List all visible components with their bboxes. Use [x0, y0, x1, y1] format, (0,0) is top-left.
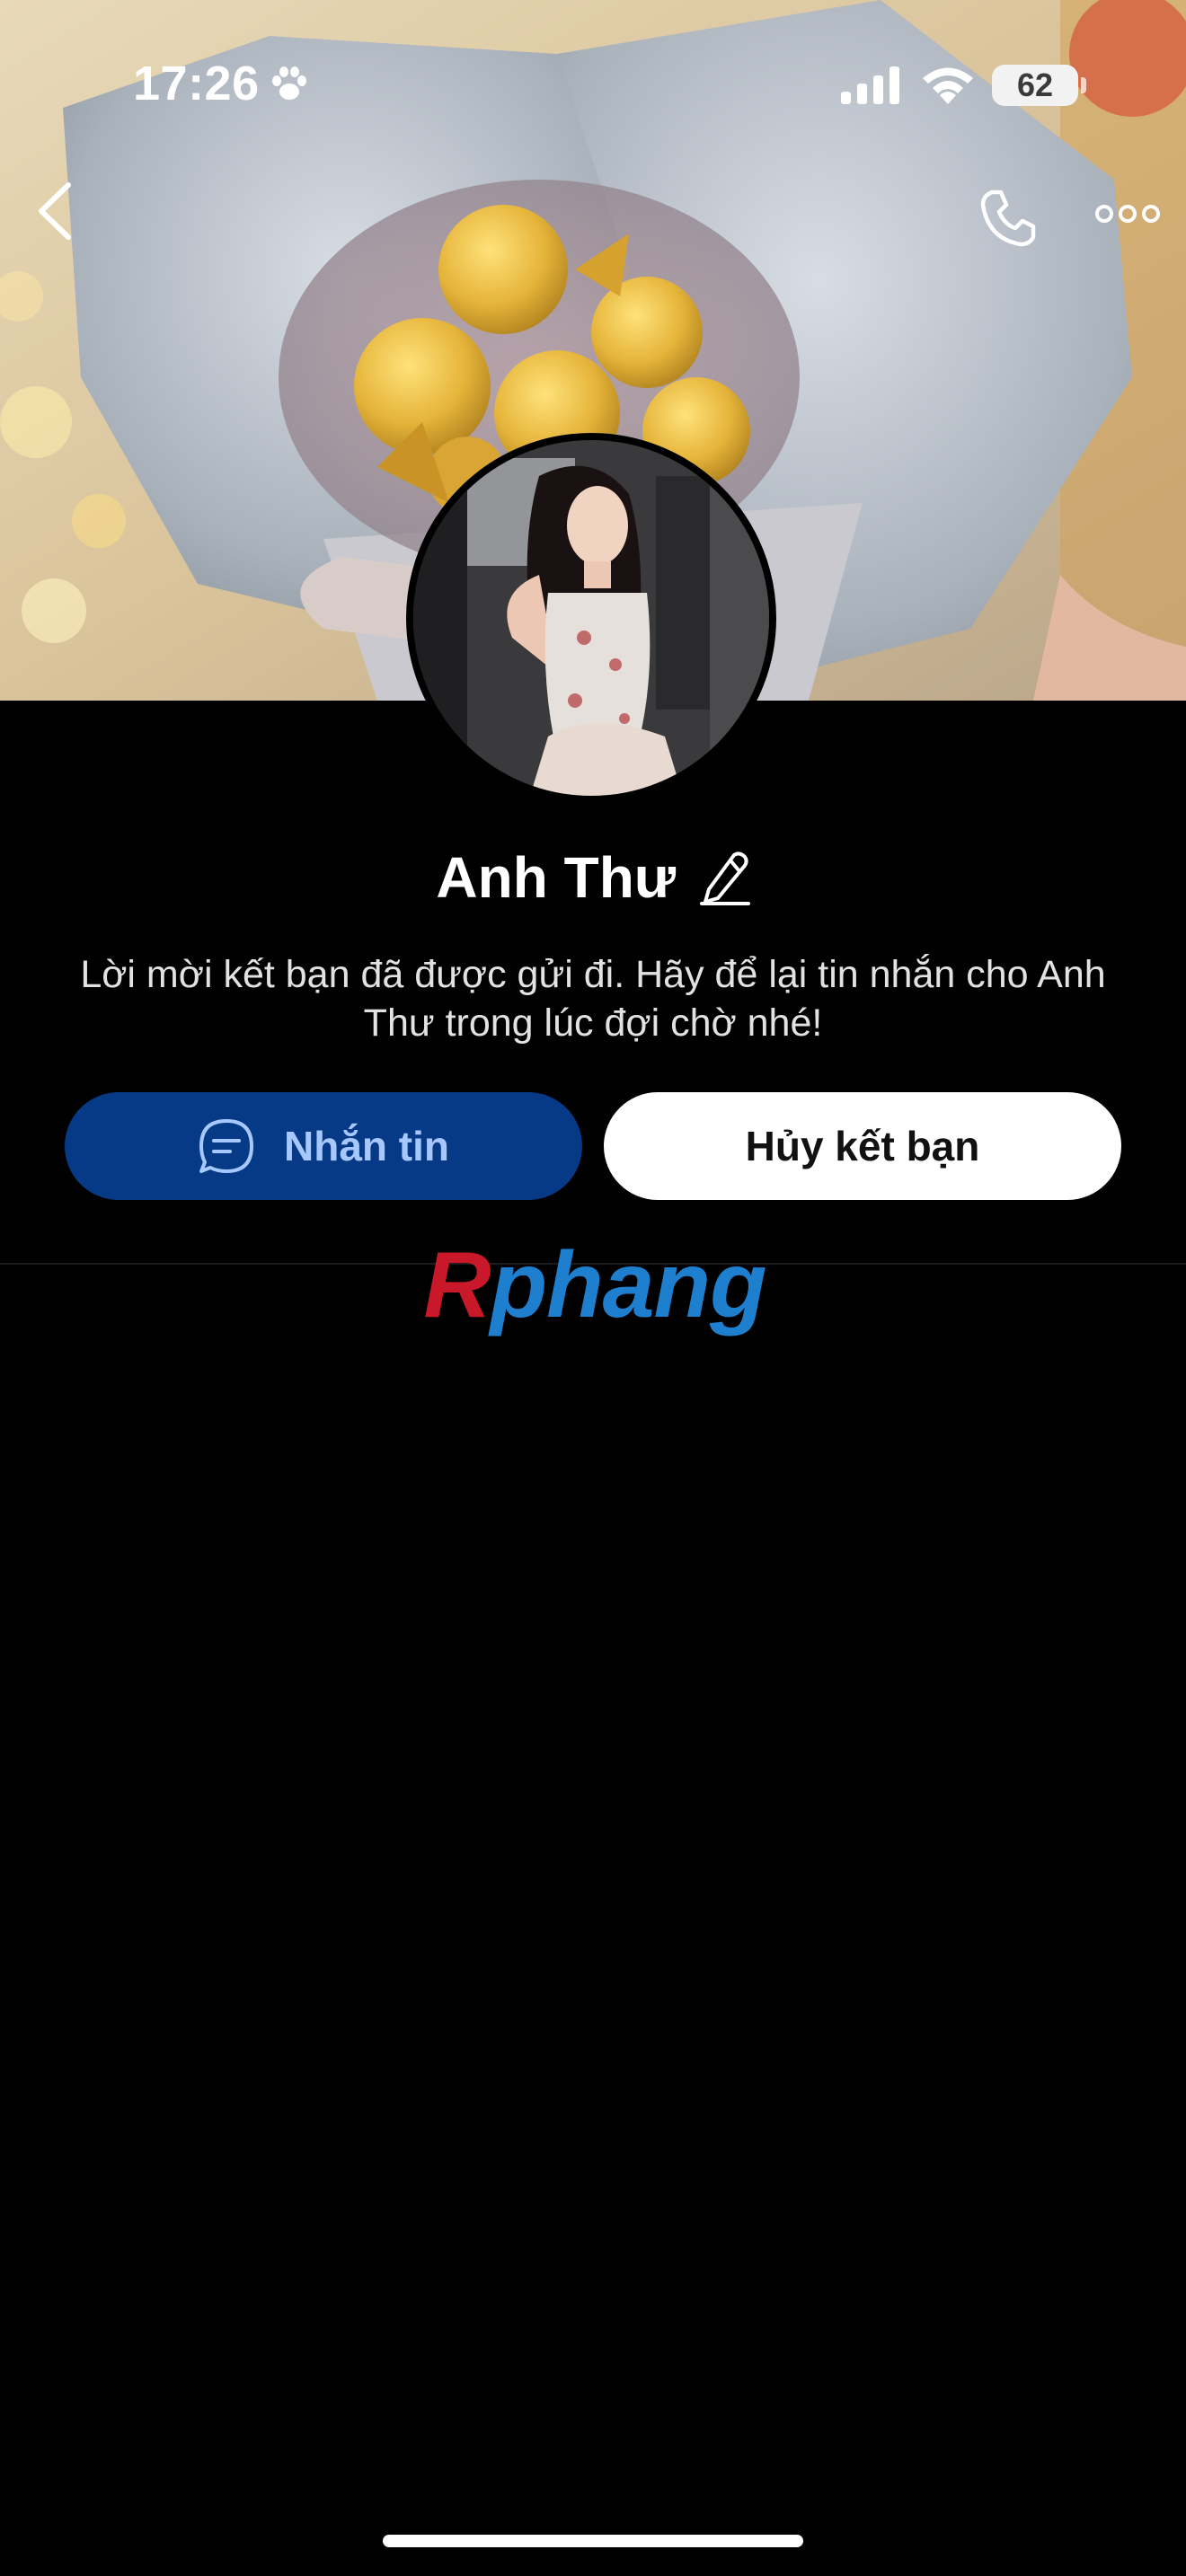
more-horizontal-icon[interactable]	[1094, 199, 1161, 228]
watermark-rest: phang	[490, 1232, 767, 1337]
avatar-image	[413, 440, 769, 796]
profile-name-row: Anh Thư	[0, 844, 1186, 911]
profile-avatar[interactable]	[406, 433, 776, 803]
profile-name: Anh Thư	[436, 845, 677, 910]
home-indicator[interactable]	[383, 2535, 803, 2547]
unfriend-button-label: Hủy kết bạn	[745, 1123, 980, 1169]
phone-icon[interactable]	[976, 187, 1039, 250]
pencil-edit-icon[interactable]	[699, 850, 750, 905]
battery-tip	[1081, 77, 1086, 93]
watermark-logo: Rphang	[415, 1232, 774, 1338]
message-button[interactable]: Nhắn tin	[65, 1092, 582, 1200]
battery-icon: 62	[992, 65, 1078, 106]
watermark-first-letter: R	[423, 1232, 491, 1337]
chat-bubble-icon	[199, 1119, 253, 1173]
cellular-signal-icon	[841, 66, 899, 104]
status-time: 17:26	[133, 57, 260, 110]
paw-icon	[272, 66, 306, 100]
wifi-icon	[923, 67, 973, 104]
unfriend-button[interactable]: Hủy kết bạn	[604, 1092, 1121, 1200]
friend-request-message: Lời mời kết bạn đã được gửi đi. Hãy để l…	[80, 953, 1106, 1045]
message-button-label: Nhắn tin	[284, 1123, 449, 1169]
back-chevron-icon[interactable]	[32, 180, 79, 243]
